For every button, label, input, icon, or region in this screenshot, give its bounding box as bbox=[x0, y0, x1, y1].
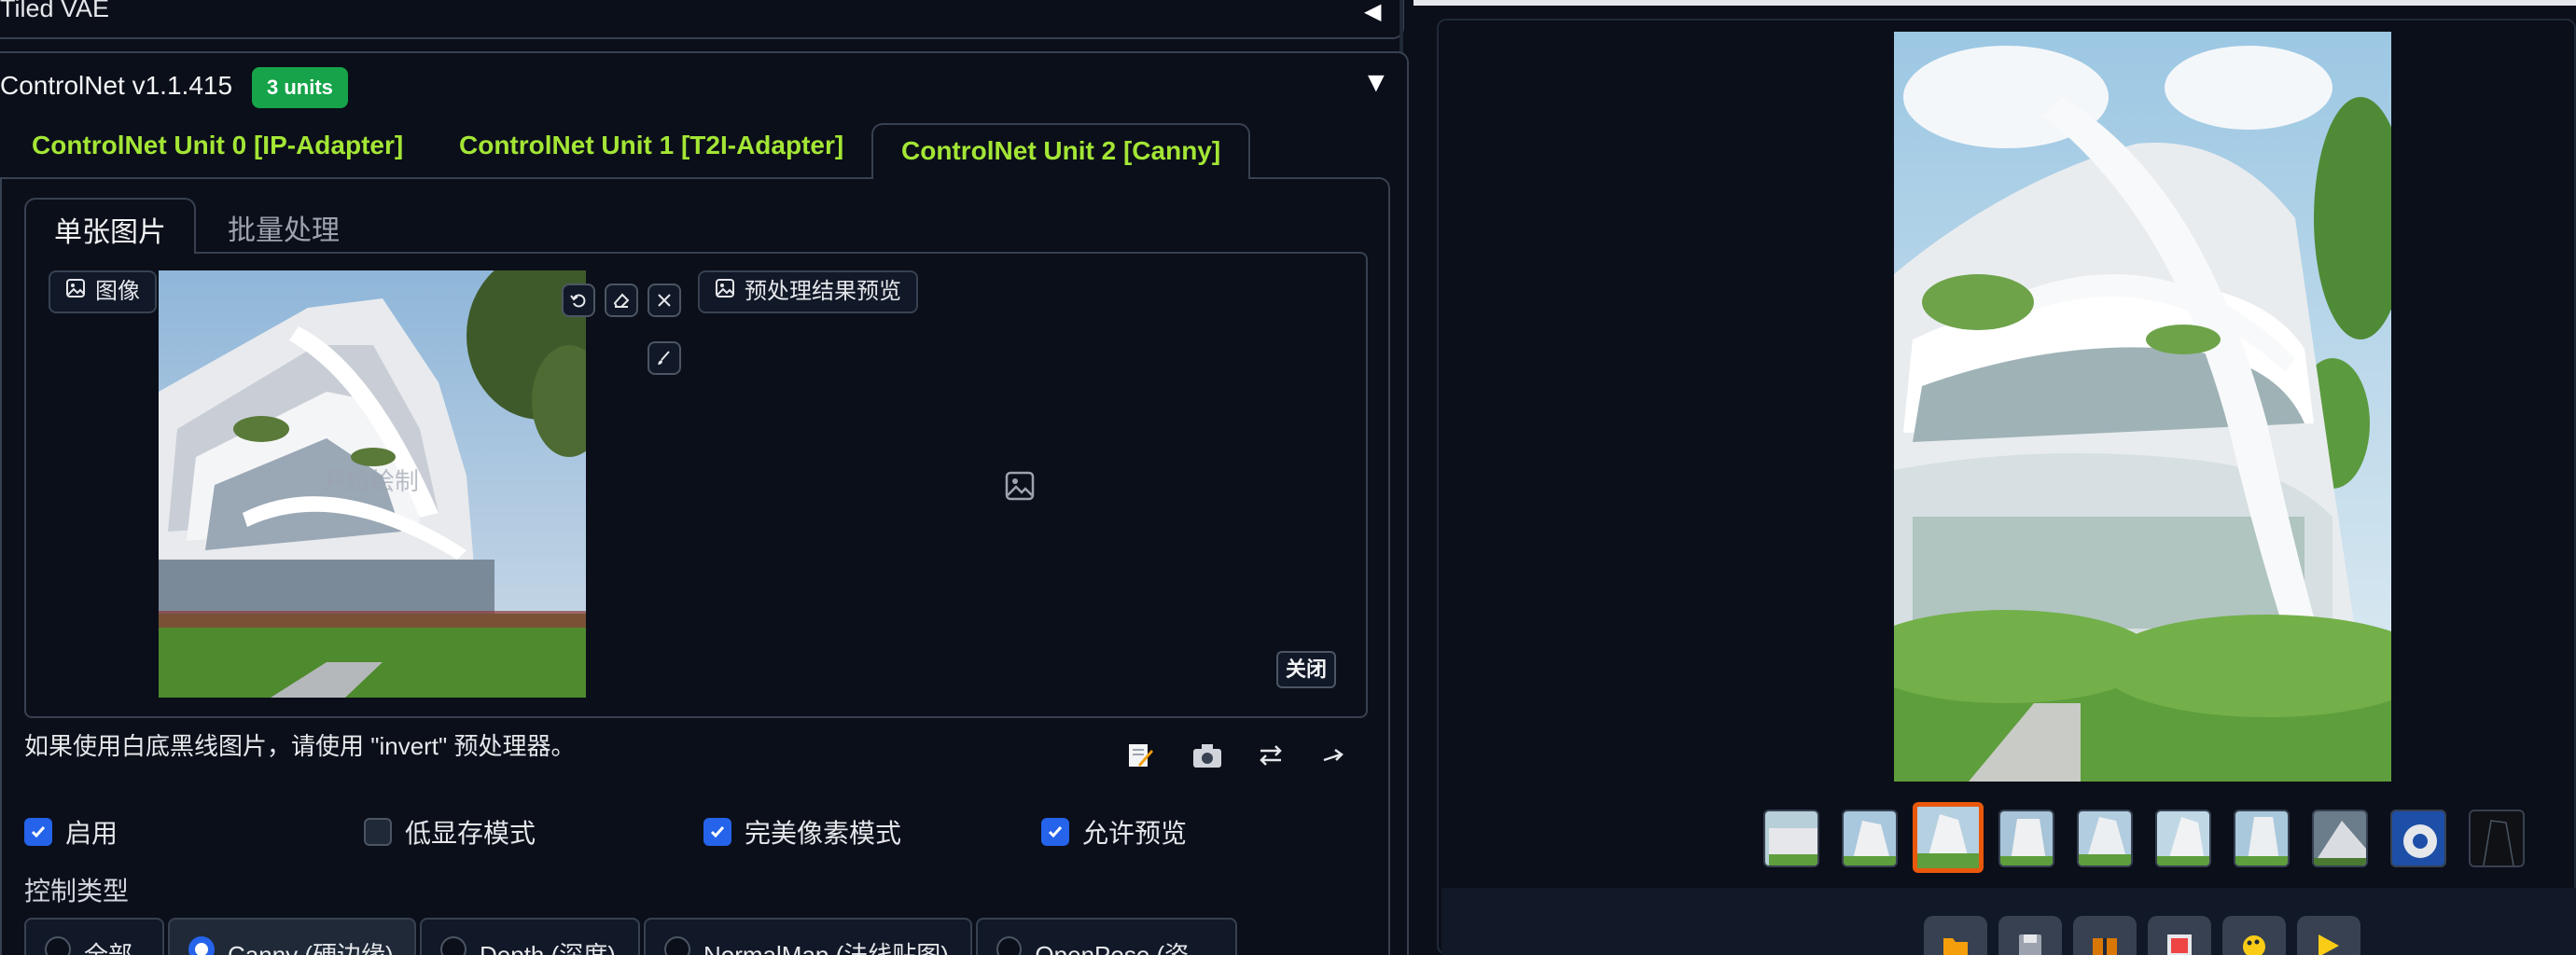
tab-batch[interactable]: 批量处理 bbox=[228, 207, 340, 248]
generated-image[interactable] bbox=[1894, 32, 2391, 782]
controlnet-title[interactable]: ControlNet v1.1.415 bbox=[0, 71, 232, 101]
pixel-perfect-checkbox[interactable]: 完美像素模式 bbox=[703, 813, 901, 851]
radio-icon[interactable] bbox=[188, 936, 215, 955]
control-type-normalmap[interactable]: NormalMap (法线贴图) bbox=[644, 918, 972, 955]
invert-hint: 如果使用白底黑线图片，请使用 "invert" 预处理器。 bbox=[24, 732, 576, 760]
tab-unit-2[interactable]: ControlNet Unit 2 [Canny] bbox=[871, 123, 1251, 179]
radio-label: NormalMap (法线贴图) bbox=[703, 941, 949, 955]
undo-icon[interactable] bbox=[562, 284, 595, 317]
camera-icon[interactable] bbox=[1189, 737, 1226, 774]
check-icon[interactable] bbox=[24, 818, 52, 846]
image-icon bbox=[65, 272, 86, 311]
radio-icon[interactable] bbox=[440, 936, 466, 955]
collapse-triangle-icon[interactable]: ▼ bbox=[1362, 67, 1390, 99]
check-icon[interactable] bbox=[1041, 818, 1069, 846]
gallery-thumbnail[interactable] bbox=[2155, 810, 2211, 867]
control-type-depth[interactable]: Depth (深度) bbox=[420, 918, 640, 955]
canvas-watermark: 开始绘制 bbox=[322, 468, 419, 496]
top-strip bbox=[1413, 0, 2576, 6]
radio-icon[interactable] bbox=[996, 936, 1023, 955]
open-folder-icon[interactable] bbox=[1924, 916, 1987, 955]
image-label: 图像 bbox=[95, 279, 140, 304]
preview-label: 预处理结果预览 bbox=[745, 279, 901, 304]
gallery-thumbnail-selected[interactable] bbox=[1913, 802, 1984, 873]
control-type-label: 控制类型 bbox=[24, 877, 130, 906]
eraser-icon[interactable] bbox=[605, 284, 638, 317]
tab-unit-1[interactable]: ControlNet Unit 1 [T2I-Adapter] bbox=[459, 131, 843, 160]
gallery-thumbnail[interactable] bbox=[1842, 810, 1898, 867]
checkbox-label: 启用 bbox=[65, 819, 118, 848]
radio-icon[interactable] bbox=[45, 936, 71, 955]
allow-preview-checkbox[interactable]: 允许预览 bbox=[1041, 813, 1187, 851]
send-to-img2img-icon[interactable] bbox=[2148, 916, 2211, 955]
send-to-inpaint-icon[interactable] bbox=[2222, 916, 2286, 955]
brush-icon[interactable] bbox=[647, 341, 681, 375]
control-type-openpose[interactable]: OpenPose (姿态) bbox=[976, 918, 1237, 955]
control-type-canny[interactable]: Canny (硬边缘) bbox=[168, 918, 416, 955]
tiled-vae-title: Tiled VAE bbox=[0, 0, 110, 22]
radio-label: Depth (深度) bbox=[480, 941, 616, 955]
uploaded-image[interactable]: 开始绘制 bbox=[159, 270, 586, 698]
radio-label: OpenPose (姿态) bbox=[1035, 941, 1190, 955]
swap-icon[interactable] bbox=[1252, 737, 1289, 774]
radio-icon[interactable] bbox=[664, 936, 690, 955]
gallery-thumbnail[interactable] bbox=[1763, 810, 1819, 867]
tab-unit-0[interactable]: ControlNet Unit 0 [IP-Adapter] bbox=[32, 131, 403, 160]
checkbox-label: 完美像素模式 bbox=[745, 819, 902, 848]
tiled-vae-accordion[interactable] bbox=[0, 0, 1404, 39]
gallery-thumbnail[interactable] bbox=[2312, 810, 2368, 867]
checkbox-label: 允许预览 bbox=[1082, 819, 1188, 848]
send-up-icon[interactable] bbox=[1316, 737, 1353, 774]
gallery-thumbnail[interactable] bbox=[2469, 810, 2525, 867]
checkbox-label: 低显存模式 bbox=[405, 819, 536, 848]
image-label-chip: 图像 bbox=[49, 270, 157, 313]
control-type-all[interactable]: 全部 bbox=[24, 918, 164, 955]
units-badge: 3 units bbox=[252, 67, 348, 108]
tab-single-image[interactable]: 单张图片 bbox=[24, 198, 196, 254]
gallery-thumbnail[interactable] bbox=[2390, 810, 2446, 867]
close-preview-button[interactable]: 关闭 bbox=[1276, 651, 1337, 688]
preprocessor-preview-chip: 预处理结果预览 bbox=[698, 270, 918, 313]
send-to-extras-icon[interactable] bbox=[2297, 916, 2360, 955]
radio-label: 全部 bbox=[84, 941, 133, 955]
gallery-thumbnail[interactable] bbox=[1998, 810, 2054, 867]
zip-icon[interactable] bbox=[2073, 916, 2137, 955]
check-icon[interactable] bbox=[703, 818, 731, 846]
radio-label: Canny (硬边缘) bbox=[228, 941, 394, 955]
close-icon[interactable] bbox=[647, 284, 681, 317]
image-icon bbox=[715, 272, 735, 311]
gallery-thumbnail[interactable] bbox=[2234, 810, 2290, 867]
save-icon[interactable] bbox=[1998, 916, 2062, 955]
image-placeholder-icon bbox=[1004, 470, 1036, 506]
edit-icon[interactable] bbox=[1121, 737, 1159, 774]
enable-checkbox[interactable]: 启用 bbox=[24, 813, 118, 851]
unchecked-box[interactable] bbox=[364, 818, 392, 846]
gallery-thumbnail[interactable] bbox=[2077, 810, 2133, 867]
collapse-triangle-icon[interactable]: ◀ bbox=[1364, 0, 1381, 25]
lowvram-checkbox[interactable]: 低显存模式 bbox=[364, 813, 536, 851]
